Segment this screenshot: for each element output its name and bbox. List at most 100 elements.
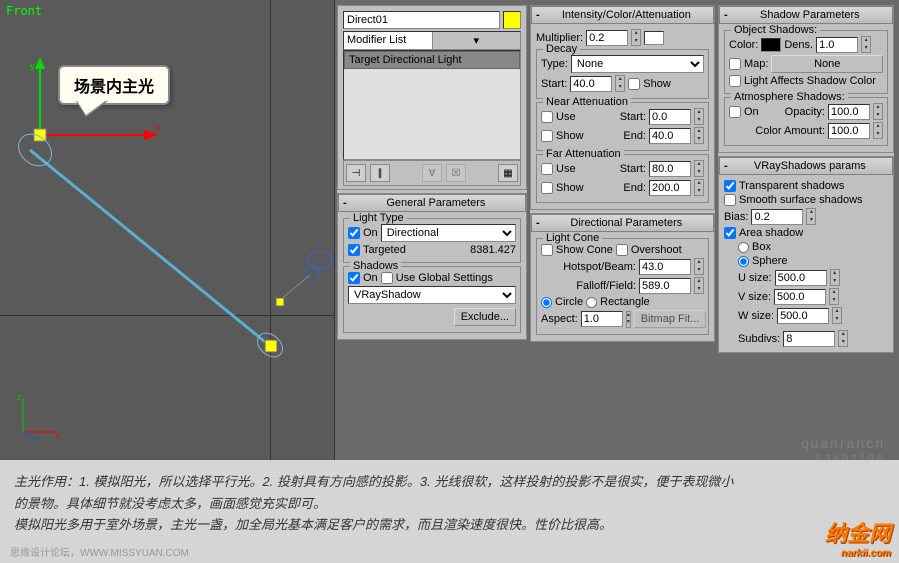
light-type-select[interactable]: Directional (381, 224, 516, 242)
pin-stack-icon[interactable]: ⊣ (346, 164, 366, 182)
site-logo: 纳金网 narkii.com (825, 516, 891, 559)
object-color-swatch[interactable] (503, 11, 521, 29)
configure-sets-icon[interactable]: ▦ (498, 164, 518, 182)
general-parameters-rollout: -General Parameters Light Type On Direct… (337, 193, 527, 340)
svg-text:z: z (17, 392, 22, 402)
remove-modifier-icon: ☒ (446, 164, 466, 182)
spinner[interactable]: ▴▾ (694, 277, 704, 294)
chevron-down-icon[interactable]: ▾ (432, 32, 521, 49)
decay-start-spinner[interactable]: ▴▾ (615, 75, 625, 92)
multiplier-input[interactable] (586, 30, 628, 46)
shadow-color-swatch[interactable] (761, 38, 781, 52)
show-end-result-icon[interactable]: ∥ (370, 164, 390, 182)
object-shadows-group: Object Shadows: Color: Dens. ▴▾ Map: Non… (724, 30, 888, 94)
rollout-header-vray[interactable]: -VRayShadows params (719, 157, 893, 175)
color-amount-input[interactable] (828, 123, 870, 139)
spinner[interactable]: ▴▾ (694, 160, 704, 177)
modifier-list-dropdown[interactable]: Modifier List ▾ (343, 31, 521, 50)
near-use-checkbox[interactable] (541, 111, 553, 123)
v-size-input[interactable] (774, 289, 826, 305)
spinner[interactable]: ▴▾ (694, 179, 704, 196)
shadow-map-checkbox[interactable] (729, 58, 741, 70)
w-size-input[interactable] (777, 308, 829, 324)
decay-show-checkbox[interactable] (628, 78, 640, 90)
spinner[interactable]: ▴▾ (829, 288, 839, 305)
far-use-checkbox[interactable] (541, 163, 553, 175)
decay-type-select[interactable]: None (571, 55, 704, 73)
footer-line: 模拟阳光多用于室外场景，主光一盏，加全局光基本满足客户的需求，而且渲染速度很快。… (14, 515, 885, 535)
multiplier-spinner[interactable]: ▴▾ (631, 29, 641, 46)
area-shadow-checkbox[interactable] (724, 227, 736, 239)
decay-start-input[interactable] (570, 76, 612, 92)
stack-item-light[interactable]: Target Directional Light (344, 51, 520, 69)
spinner[interactable]: ▴▾ (838, 330, 848, 347)
spinner[interactable]: ▴▾ (830, 269, 840, 286)
targeted-checkbox[interactable] (348, 244, 360, 256)
transparent-shadows-checkbox[interactable] (724, 180, 736, 192)
box-radio[interactable] (738, 242, 749, 253)
svg-text:x: x (55, 430, 60, 440)
footer-credit: 思缘设计论坛，WWW.MISSYUAN.COM (10, 544, 189, 559)
watermark-text: quanrancn (801, 435, 885, 451)
opacity-input[interactable] (828, 104, 870, 120)
spinner[interactable]: ▴▾ (832, 307, 842, 324)
light-affects-shadow-checkbox[interactable] (729, 75, 741, 87)
near-show-checkbox[interactable] (541, 130, 553, 142)
circle-radio[interactable] (541, 297, 552, 308)
minus-icon: - (724, 160, 728, 172)
density-input[interactable] (816, 37, 858, 53)
shadow-map-button[interactable]: None (771, 55, 883, 73)
modifier-stack[interactable]: Target Directional Light (343, 50, 521, 160)
falloff-input[interactable] (639, 278, 691, 294)
light-on-checkbox[interactable] (348, 227, 360, 239)
smooth-surface-checkbox[interactable] (724, 194, 736, 206)
bias-input[interactable] (751, 209, 803, 225)
spinner[interactable]: ▴▾ (806, 208, 816, 225)
spinner[interactable]: ▴▾ (626, 311, 631, 328)
spinner[interactable]: ▴▾ (694, 127, 704, 144)
bitmap-fit-button[interactable]: Bitmap Fit... (634, 310, 707, 328)
spinner[interactable]: ▴▾ (873, 103, 883, 120)
shadows-group: Shadows On Use Global Settings VRayShado… (343, 266, 521, 333)
exclude-button[interactable]: Exclude... (454, 308, 516, 326)
overshoot-checkbox[interactable] (616, 244, 628, 256)
viewport-front[interactable]: Front x y z x y 场景内主光 (0, 0, 335, 460)
far-start-input[interactable] (649, 161, 691, 177)
spinner[interactable]: ▴▾ (873, 122, 883, 139)
modifier-panel: Direct01 Modifier List ▾ Target Directio… (337, 5, 527, 190)
crosshair-horizontal (0, 315, 334, 316)
rectangle-radio[interactable] (586, 297, 597, 308)
show-cone-checkbox[interactable] (541, 244, 553, 256)
shadow-type-select[interactable]: VRayShadow (348, 286, 516, 304)
near-end-input[interactable] (649, 128, 691, 144)
hotspot-input[interactable] (639, 259, 691, 275)
svg-text:y: y (30, 61, 35, 72)
minus-icon: - (536, 9, 540, 21)
near-start-input[interactable] (649, 109, 691, 125)
footer-line: 主光作用：1. 模拟阳光，所以选择平行光。2. 投射具有方向感的投影。3. 光线… (14, 472, 885, 492)
spinner[interactable]: ▴▾ (694, 258, 704, 275)
aspect-input[interactable] (581, 311, 623, 327)
spinner[interactable]: ▴▾ (694, 108, 704, 125)
shadows-on-checkbox[interactable] (348, 272, 360, 284)
subdivs-input[interactable] (783, 331, 835, 347)
minus-icon: - (724, 9, 728, 21)
far-end-input[interactable] (649, 180, 691, 196)
svg-text:x: x (155, 123, 160, 134)
rollout-header-shadow[interactable]: -Shadow Parameters (719, 6, 893, 24)
rollout-header-general[interactable]: -General Parameters (338, 194, 526, 212)
use-global-settings-checkbox[interactable] (381, 272, 393, 284)
far-show-checkbox[interactable] (541, 182, 553, 194)
rollout-header-directional[interactable]: -Directional Parameters (531, 214, 714, 232)
directional-rollout: -Directional Parameters Light Cone Show … (530, 213, 715, 342)
rollout-header-intensity[interactable]: -Intensity/Color/Attenuation (531, 6, 714, 24)
near-attenuation-group: Near Attenuation Use Start: ▴▾ Show End:… (536, 102, 709, 151)
atmos-on-checkbox[interactable] (729, 106, 741, 118)
object-name-field[interactable]: Direct01 (343, 11, 500, 29)
light-color-swatch[interactable] (644, 31, 664, 45)
u-size-input[interactable] (775, 270, 827, 286)
sphere-radio[interactable] (738, 256, 749, 267)
atmosphere-shadows-group: Atmosphere Shadows: On Opacity: ▴▾ Color… (724, 97, 888, 146)
spinner[interactable]: ▴▾ (861, 36, 871, 53)
far-attenuation-group: Far Attenuation Use Start: ▴▾ Show End: … (536, 154, 709, 203)
